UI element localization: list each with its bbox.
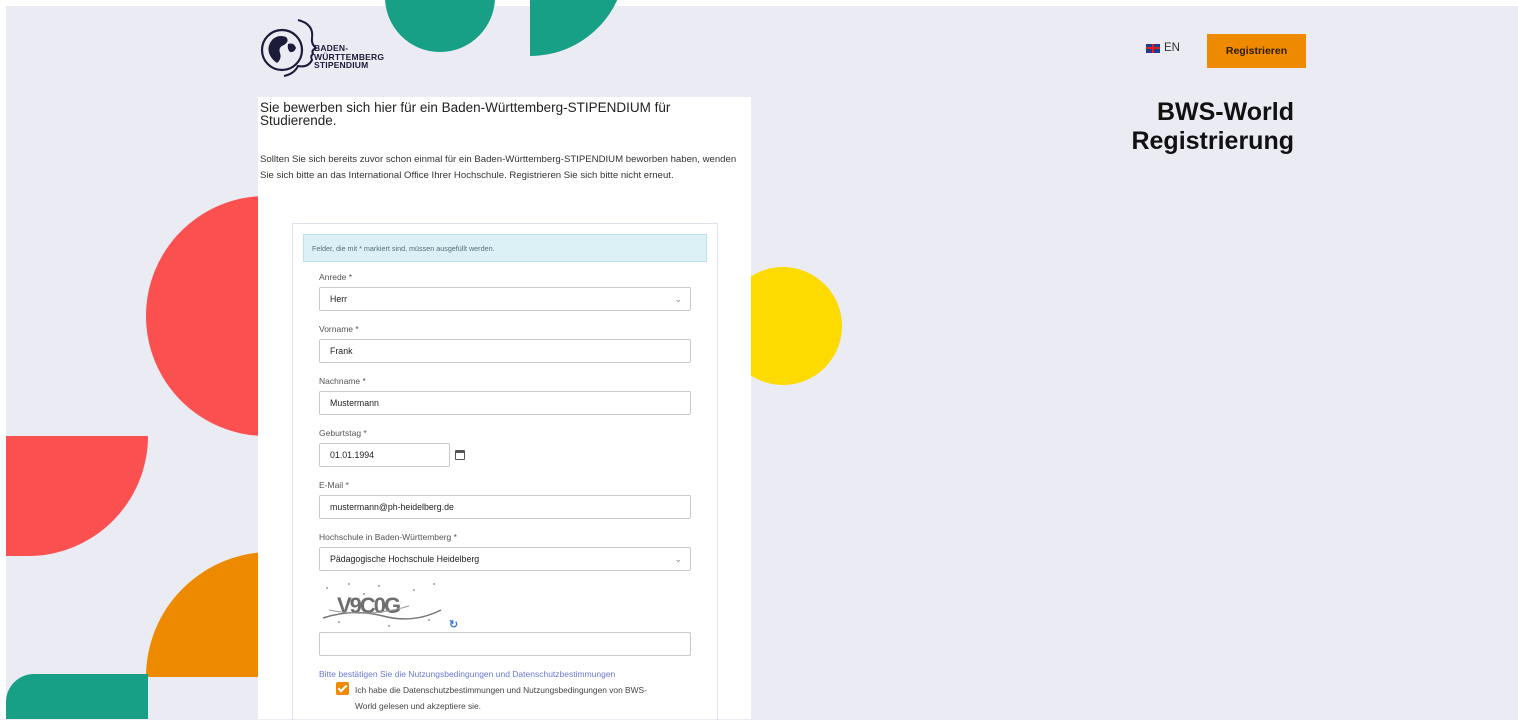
salutation-value: Herr [330, 294, 348, 304]
page-title-line-2: Registrierung [1131, 127, 1294, 155]
last-name-input[interactable]: Mustermann [319, 391, 691, 415]
decor-green-half-circle [385, 0, 495, 52]
salutation-label: Anrede * [319, 272, 353, 282]
email-input[interactable]: mustermann@ph-heidelberg.de [319, 495, 691, 519]
chevron-down-icon: ⌄ [674, 294, 682, 304]
chevron-down-icon: ⌄ [674, 554, 682, 564]
globe-profile-logo-icon [260, 19, 318, 77]
intro-title: Sie bewerben sich hier für ein Baden-Wür… [260, 100, 671, 128]
captcha-text: V9C0G [337, 593, 400, 618]
language-label: EN [1164, 42, 1180, 54]
decor-green-block [6, 674, 148, 719]
university-value: Pädagogische Hochschule Heidelberg [330, 554, 480, 564]
university-select[interactable]: Pädagogische Hochschule Heidelberg ⌄ [319, 547, 691, 571]
logo-text: BADEN- WÜRTTEMBERG STIPENDIUM [314, 44, 384, 70]
left-border [0, 0, 6, 719]
terms-checkbox[interactable] [336, 682, 349, 695]
decor-green-quarter-circle [530, 0, 626, 56]
uk-flag-icon [1146, 43, 1160, 53]
terms-checkbox-label: Ich habe die Datenschutzbestimmungen und… [355, 685, 647, 711]
calendar-icon[interactable] [455, 450, 465, 460]
bws-logo[interactable]: BADEN- WÜRTTEMBERG STIPENDIUM [258, 14, 388, 84]
last-name-label: Nachname * [319, 376, 366, 386]
university-label: Hochschule in Baden-Württemberg * [319, 532, 457, 542]
register-button[interactable]: Registrieren [1207, 34, 1306, 68]
page-title: BWS-World Registrierung [1104, 98, 1294, 156]
birthday-input[interactable]: 01.01.1994 [319, 443, 450, 467]
captcha-image: V9C0G [319, 580, 445, 630]
registration-form: Felder, die mit * markiert sind, müssen … [292, 223, 718, 720]
decor-red-quarter [6, 436, 148, 556]
salutation-select[interactable]: Herr ⌄ [319, 287, 691, 311]
required-fields-notice: Felder, die mit * markiert sind, müssen … [303, 234, 707, 262]
refresh-captcha-icon[interactable]: ↻ [449, 618, 458, 631]
logo-line-3: STIPENDIUM [314, 60, 369, 70]
top-border [0, 0, 1518, 6]
first-name-input[interactable]: Frank [319, 339, 691, 363]
terms-link[interactable]: Bitte bestätigen Sie die Nutzungsbedingu… [319, 669, 615, 679]
language-switch[interactable]: EN [1146, 42, 1180, 54]
page-title-line-1: BWS-World [1156, 98, 1294, 126]
captcha-input[interactable] [319, 632, 691, 656]
first-name-label: Vorname * [319, 324, 359, 334]
email-label: E-Mail * [319, 480, 349, 490]
registration-panel: Sie bewerben sich hier für ein Baden-Wür… [258, 97, 751, 720]
intro-text: Sollten Sie sich bereits zuvor schon ein… [260, 154, 737, 181]
birthday-label: Geburtstag * [319, 428, 367, 438]
